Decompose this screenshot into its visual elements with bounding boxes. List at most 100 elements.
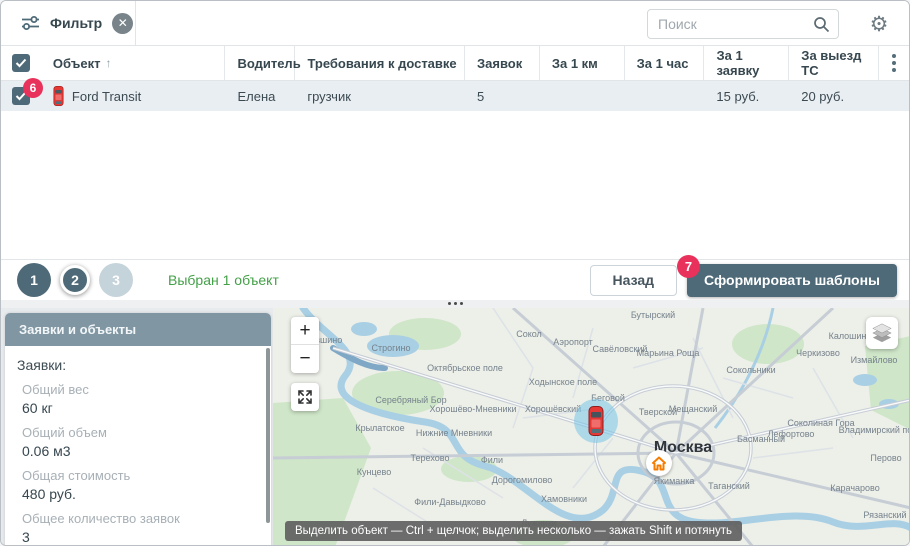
column-header-per-km[interactable]: За 1 км xyxy=(540,46,625,80)
column-header-per-request[interactable]: За 1 заявку xyxy=(704,46,789,80)
row-select-cell: 6 xyxy=(1,81,41,111)
column-label: Водитель xyxy=(237,56,300,71)
stat-label: Общее количество заявок xyxy=(17,511,255,526)
stat-label: Общий вес xyxy=(17,382,255,397)
map-place-label: Аэропорт xyxy=(553,337,593,347)
map-place-label: Мещанский xyxy=(669,404,717,414)
app-window: Фильтр ✕ ⚙ Объект ↑ Водитель Требования … xyxy=(0,0,910,546)
map-place-label: Кунцево xyxy=(357,467,391,477)
back-button[interactable]: Назад xyxy=(590,265,678,296)
search-input[interactable] xyxy=(658,16,813,32)
panel-resize-handle[interactable] xyxy=(1,300,909,308)
map-layers-button[interactable] xyxy=(866,317,898,349)
step-2-active[interactable]: 2 xyxy=(60,265,90,295)
map-place-label: Марьина Роща xyxy=(637,348,700,358)
stat-value: 0.06 м3 xyxy=(17,443,255,459)
sort-asc-icon[interactable]: ↑ xyxy=(105,56,111,70)
filter-clear-icon[interactable]: ✕ xyxy=(112,13,133,34)
map-place-label: Хамовники xyxy=(541,494,587,504)
tune-filter-icon xyxy=(21,15,40,31)
step-3[interactable]: 3 xyxy=(99,263,133,297)
column-header-driver[interactable]: Водитель xyxy=(225,46,295,80)
map-place-label: Калошино xyxy=(829,331,872,341)
zoom-out-button[interactable]: − xyxy=(291,345,319,373)
car-icon xyxy=(588,406,604,441)
depot-map-marker[interactable] xyxy=(646,450,672,476)
stat-value: 480 руб. xyxy=(17,486,255,502)
column-label: Объект xyxy=(53,56,101,71)
map-place-label: Карачарово xyxy=(830,483,879,493)
map-place-label: Таганский xyxy=(708,481,750,491)
cell-per-request: 15 руб. xyxy=(704,81,789,111)
table-header: Объект ↑ Водитель Требования к доставке … xyxy=(1,46,909,81)
stat-label: Общая стоимость xyxy=(17,468,255,483)
column-header-per-trip[interactable]: За выезд ТС xyxy=(789,46,879,80)
map-canvas[interactable]: ПавшиноСтрогиноСоколАэропортСавёловскийМ… xyxy=(273,308,910,546)
step-1[interactable]: 1 xyxy=(17,263,51,297)
search-icon xyxy=(813,16,830,33)
select-all-checkbox[interactable] xyxy=(12,54,30,72)
stat-value: 3 xyxy=(17,529,255,545)
map-place-label: Рязанский xyxy=(863,510,906,520)
map-place-label: Строгино xyxy=(372,343,411,353)
stat-value: 60 кг xyxy=(17,400,255,416)
vehicle-icon xyxy=(53,86,64,106)
map-place-label: Серебряный Бор xyxy=(375,395,446,405)
map-place-label: Соколиная Гора xyxy=(787,418,854,428)
column-label: Заявок xyxy=(477,56,522,71)
table-row[interactable]: 6 Ford Transit Елена грузчик 5 15 руб. 2… xyxy=(1,81,909,111)
filter-label: Фильтр xyxy=(50,15,102,31)
map-hint-tooltip: Выделить объект — Ctrl + щелчок; выделит… xyxy=(285,521,742,541)
column-header-per-hour[interactable]: За 1 час xyxy=(625,46,705,80)
map-place-label: Сокол xyxy=(516,329,542,339)
select-all-cell xyxy=(1,46,41,80)
cell-requirements: грузчик xyxy=(295,81,465,111)
generate-templates-button[interactable]: Сформировать шаблоны xyxy=(687,264,897,297)
map-place-label: Хорошёво-Мневники xyxy=(429,404,516,414)
map-place-label: Бутырский xyxy=(631,310,675,320)
columns-menu-cell xyxy=(879,46,909,80)
panel-section-heading: Заявки: xyxy=(17,357,255,373)
column-label: За выезд ТС xyxy=(801,48,878,78)
map-place-label: Фили xyxy=(481,455,503,465)
kebab-menu-icon[interactable] xyxy=(892,54,896,72)
stat-label: Общий объем xyxy=(17,425,255,440)
toolbar: Фильтр ✕ ⚙ xyxy=(1,1,909,46)
map-place-label: Нижние Мневники xyxy=(416,428,492,438)
panel-body: Заявки: Общий вес 60 кг Общий объем 0.06… xyxy=(5,346,271,546)
cell-menu xyxy=(879,81,909,111)
selection-status-text: Выбран 1 объект xyxy=(168,272,279,288)
map-place-label: Басманный xyxy=(737,434,785,444)
cell-per-km xyxy=(540,81,625,111)
map-place-label: Тверской xyxy=(639,407,677,417)
column-header-requests[interactable]: Заявок xyxy=(465,46,540,80)
column-label: За 1 заявку xyxy=(716,48,788,78)
map-place-label: Крылатское xyxy=(355,423,404,433)
panel-scrollbar[interactable] xyxy=(266,348,270,523)
map-place-label: Владимирский пос. xyxy=(839,425,910,435)
column-header-object[interactable]: Объект ↑ xyxy=(41,46,226,80)
filter-button[interactable]: Фильтр ✕ xyxy=(1,1,136,45)
column-header-requirements[interactable]: Требования к доставке xyxy=(295,46,465,80)
cell-driver: Елена xyxy=(225,81,295,111)
search-box[interactable] xyxy=(647,9,839,39)
gear-icon[interactable]: ⚙ xyxy=(865,10,893,38)
map-place-label: Фили-Давыдково xyxy=(414,497,485,507)
vehicle-name: Ford Transit xyxy=(72,89,141,104)
wizard-steps-bar: 1 2 3 Выбран 1 объект Назад 7 Сформирова… xyxy=(1,259,909,300)
zoom-in-button[interactable]: + xyxy=(291,317,319,345)
layers-icon xyxy=(871,322,893,344)
cell-object: Ford Transit xyxy=(41,81,226,111)
submit-wrap: 7 Сформировать шаблоны xyxy=(687,264,897,297)
bottom-section: Заявки и объекты Заявки: Общий вес 60 кг… xyxy=(1,308,909,546)
map-zoom-control: + − xyxy=(291,317,319,373)
column-label: За 1 час xyxy=(637,56,689,71)
submit-step-badge: 7 xyxy=(677,255,700,278)
drag-dots-icon xyxy=(448,302,463,305)
panel-title: Заявки и объекты xyxy=(5,313,271,346)
fullscreen-button[interactable] xyxy=(291,383,319,411)
row-step-badge: 6 xyxy=(23,78,43,98)
map-place-label: Дорогомилово xyxy=(492,475,553,485)
map-place-label: Октябрьское поле xyxy=(427,363,503,373)
cell-requests: 5 xyxy=(465,81,540,111)
